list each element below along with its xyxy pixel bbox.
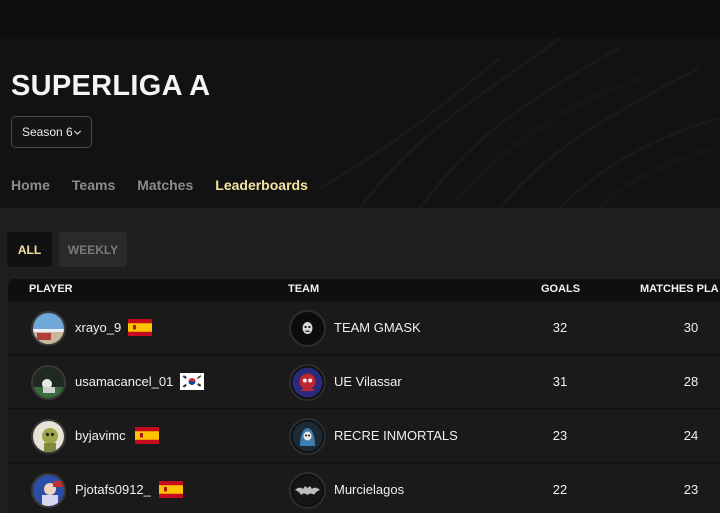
spain-flag-icon	[159, 481, 183, 498]
player-name[interactable]: usamacancel_01	[75, 374, 173, 389]
chevron-down-icon	[73, 130, 82, 135]
column-team[interactable]: TEAM	[288, 283, 319, 295]
leaderboard-table: PLAYER TEAM GOALS MATCHES PLA xrayo_9 TE…	[8, 279, 720, 513]
table-row[interactable]: byjavimc RECRE INMORTALS 23 24	[8, 410, 720, 463]
header-background-art	[319, 38, 720, 208]
player-name[interactable]: Pjotafs0912_	[75, 482, 151, 497]
team-logo	[289, 472, 326, 509]
matches-played-value: 23	[683, 482, 699, 497]
spain-flag-icon	[135, 427, 159, 444]
table-row[interactable]: Pjotafs0912_ Murcielagos 22 23	[8, 464, 720, 513]
team-name[interactable]: UE Vilassar	[334, 374, 402, 389]
nav-leaderboards[interactable]: Leaderboards	[215, 177, 308, 193]
filter-weekly-tab[interactable]: WEEKLY	[59, 232, 127, 267]
league-nav: Home Teams Matches Leaderboards	[11, 177, 330, 193]
matches-played-value: 30	[683, 320, 699, 335]
filter-all-tab[interactable]: ALL	[7, 232, 52, 267]
player-name[interactable]: byjavimc	[75, 428, 126, 443]
team-name[interactable]: TEAM GMASK	[334, 320, 421, 335]
team-logo	[289, 364, 326, 401]
player-avatar	[31, 419, 66, 454]
column-player[interactable]: PLAYER	[29, 283, 73, 295]
player-name[interactable]: xrayo_9	[75, 320, 121, 335]
matches-played-value: 24	[683, 428, 699, 443]
team-name[interactable]: RECRE INMORTALS	[334, 428, 458, 443]
nav-teams[interactable]: Teams	[72, 177, 115, 193]
south-korea-flag-icon	[180, 373, 204, 390]
matches-played-value: 28	[683, 374, 699, 389]
filter-tabs: ALL WEEKLY	[7, 232, 127, 267]
goals-value: 22	[552, 482, 568, 497]
season-select-value: Season 6	[22, 125, 73, 139]
team-name[interactable]: Murcielagos	[334, 482, 404, 497]
goals-value: 31	[552, 374, 568, 389]
goals-value: 23	[552, 428, 568, 443]
team-logo	[289, 310, 326, 347]
season-select[interactable]: Season 6	[11, 116, 92, 148]
top-bar	[0, 0, 720, 38]
column-goals[interactable]: GOALS	[541, 283, 580, 295]
player-avatar	[31, 311, 66, 346]
leaderboard-panel: ALL WEEKLY PLAYER TEAM GOALS MATCHES PLA…	[0, 208, 720, 513]
player-avatar	[31, 365, 66, 400]
goals-value: 32	[552, 320, 568, 335]
table-row[interactable]: xrayo_9 TEAM GMASK 32 30	[8, 302, 720, 355]
league-header: SUPERLIGA A Season 6 Home Teams Matches …	[0, 0, 720, 208]
table-header: PLAYER TEAM GOALS MATCHES PLA	[8, 279, 720, 301]
spain-flag-icon	[128, 319, 152, 336]
player-avatar	[31, 473, 66, 508]
nav-home[interactable]: Home	[11, 177, 50, 193]
page-title: SUPERLIGA A	[11, 70, 211, 102]
nav-matches[interactable]: Matches	[137, 177, 193, 193]
team-logo	[289, 418, 326, 455]
column-matches-played[interactable]: MATCHES PLA	[640, 283, 719, 295]
table-row[interactable]: usamacancel_01 UE Vilassar 31 28	[8, 356, 720, 409]
